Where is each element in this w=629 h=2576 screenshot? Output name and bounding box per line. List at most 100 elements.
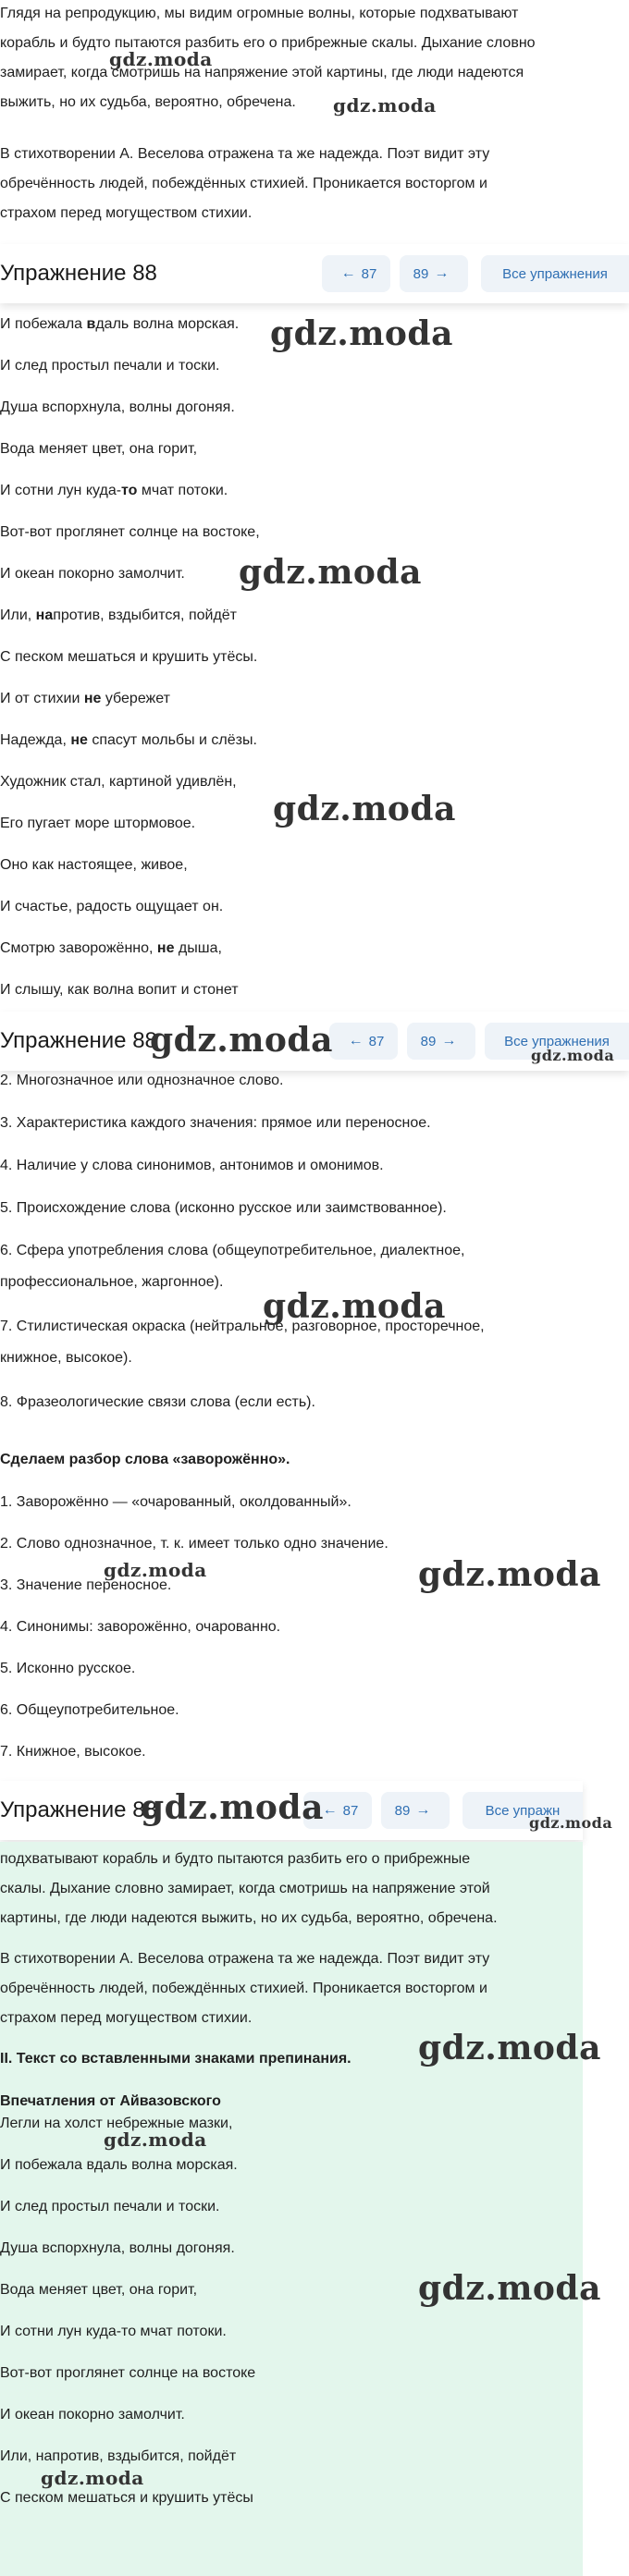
answer-text-line: В стихотворении А. Веселова отражена та … bbox=[0, 1951, 490, 1967]
poem-text: И побежала bbox=[0, 316, 87, 332]
watermark: gdz.moda bbox=[418, 2269, 601, 2308]
all-exercises-label: Все упражнения bbox=[502, 265, 608, 282]
poem-text: Надежда, bbox=[0, 732, 71, 748]
answer-text-line: картины, где люди надеются выжить, но их… bbox=[0, 1910, 498, 1926]
watermark: gdz.moda bbox=[270, 314, 453, 353]
watermark: gdz.moda bbox=[263, 1287, 446, 1326]
plan-item: книжное, высокое). bbox=[0, 1350, 132, 1366]
poem-emphasis: то bbox=[121, 483, 138, 498]
analysis-item: 2. Слово однозначное, т. к. имеет только… bbox=[0, 1536, 388, 1552]
poem-line: Душа вспорхнула, волны догоняя. bbox=[0, 398, 235, 418]
arrow-left-icon: ← bbox=[348, 1033, 364, 1049]
next-exercise-button[interactable]: 89 → bbox=[381, 1792, 450, 1829]
poem-text: дыша, bbox=[174, 940, 222, 956]
answer-text-line: страхом перед могуществом стихии. bbox=[0, 2010, 253, 2026]
text-line: В стихотворении А. Веселова отражена та … bbox=[0, 146, 490, 162]
intro-paragraph: Глядя на репродукцию, мы видим огромные … bbox=[0, 0, 629, 148]
poem-emphasis: не bbox=[83, 691, 102, 706]
poem-line: Его пугает море штормовое. bbox=[0, 814, 195, 834]
poem-line: Вот-вот проглянет солнце на востоке, bbox=[0, 522, 260, 543]
plan-item: 5. Происхождение слова (исконно русское … bbox=[0, 1200, 447, 1216]
poem-text: И океан покорно замолчит. bbox=[0, 566, 185, 582]
analysis-heading: Сделаем разбор слова «заворожённо». bbox=[0, 1452, 290, 1467]
arrow-right-icon: → bbox=[415, 1802, 431, 1818]
poem-line: И побежала вдаль волна морская. bbox=[0, 314, 239, 335]
answer-heading: II. Текст со вставленными знаками препин… bbox=[0, 2051, 352, 2067]
next-exercise-button[interactable]: 89 → bbox=[400, 255, 468, 292]
poem-line: И слышу, как волна вопит и стонет bbox=[0, 980, 239, 1000]
poem-emphasis: не bbox=[70, 732, 88, 748]
poem-line: И след простыл печали и тоски. bbox=[0, 356, 219, 376]
text-line: страхом перед могуществом стихии. bbox=[0, 205, 253, 221]
poem-line: С песком мешаться и крушить утёсы. bbox=[0, 647, 257, 668]
prev-exercise-label: 87 bbox=[361, 265, 377, 282]
watermark: gdz.moda bbox=[239, 553, 422, 592]
arrow-left-icon: ← bbox=[340, 265, 356, 281]
second-paragraph: В стихотворении А. Веселова отражена та … bbox=[0, 139, 629, 240]
next-exercise-button[interactable]: 89 → bbox=[407, 1023, 475, 1060]
poem-line: И побежала вдаль волна морская. bbox=[0, 2157, 238, 2173]
poem-text: С песком мешаться и крушить утёсы. bbox=[0, 649, 258, 665]
poem-line: С песком мешаться и крушить утёсы bbox=[0, 2490, 253, 2506]
plan-item: 2. Многозначное или однозначное слово. bbox=[0, 1073, 284, 1088]
word-analysis: Сделаем разбор слова «заворожённо». 1. За… bbox=[0, 1450, 629, 1764]
analysis-plan: 2. Многозначное или однозначное слово. 3.… bbox=[0, 1071, 629, 1441]
exercise-title: Упражнение 88 bbox=[0, 1797, 157, 1822]
next-exercise-label: 89 bbox=[394, 1802, 411, 1819]
poem-line: Вот-вот проглянет солнце на востоке bbox=[0, 2365, 256, 2381]
watermark: gdz.moda bbox=[109, 48, 213, 70]
poem-text: И слышу, как волна вопит и стонет bbox=[0, 982, 239, 998]
prev-exercise-button[interactable]: ← 87 bbox=[322, 255, 390, 292]
poem-line: И океан покорно замолчит. bbox=[0, 564, 185, 584]
next-exercise-label: 89 bbox=[413, 265, 429, 282]
watermark: gdz.moda bbox=[150, 1021, 333, 1060]
watermark: gdz.moda bbox=[529, 1814, 613, 1832]
poem-line: И след простыл печали и тоски. bbox=[0, 2199, 220, 2214]
poem-text: убережет bbox=[101, 691, 170, 706]
plan-item: профессиональное, жаргонное). bbox=[0, 1274, 224, 1290]
arrow-right-icon: → bbox=[441, 1033, 457, 1049]
answer-text-line: подхватывают корабль и будто пытаются ра… bbox=[0, 1851, 471, 1867]
poem-text: мчат потоки. bbox=[137, 483, 228, 498]
poem-line: Или, напротив, вздыбится, пойдёт bbox=[0, 606, 237, 626]
poem-text: И след простыл печали и тоски. bbox=[0, 358, 220, 374]
poem-text: Оно как настоящее, живое, bbox=[0, 857, 188, 873]
poem-text: Его пугает море штормовое. bbox=[0, 816, 196, 831]
poem-line: Вода меняет цвет, она горит, bbox=[0, 2282, 198, 2298]
all-exercises-button[interactable]: Все упражнения bbox=[481, 255, 629, 292]
poem-text: даль волна морская. bbox=[95, 316, 240, 332]
watermark: gdz.moda bbox=[418, 2029, 601, 2067]
text-line: Глядя на репродукцию, мы видим огромные … bbox=[0, 6, 519, 21]
prev-exercise-label: 87 bbox=[342, 1802, 359, 1819]
exercise-header: Упражнение 88 ← 87 89 → Все упражнения bbox=[0, 244, 629, 303]
poem-line: Вода меняет цвет, она горит, bbox=[0, 439, 197, 460]
poem-text: против, вздыбится, пойдёт bbox=[53, 607, 238, 623]
prev-exercise-button[interactable]: ← 87 bbox=[329, 1023, 398, 1060]
poem-text: Смотрю заворожённо, bbox=[0, 940, 157, 956]
arrow-left-icon: ← bbox=[322, 1802, 338, 1818]
poem-line: И сотни лун куда-то мчат потоки. bbox=[0, 481, 228, 501]
watermark: gdz.moda bbox=[333, 94, 437, 117]
analysis-item: 5. Исконно русское. bbox=[0, 1661, 136, 1676]
answer-text-line: скалы. Дыхание словно замирает, когда см… bbox=[0, 1881, 490, 1896]
poem-text: И счастье, радость ощущает он. bbox=[0, 899, 224, 914]
poem-text: И сотни лун куда- bbox=[0, 483, 122, 498]
watermark: gdz.moda bbox=[41, 2467, 144, 2489]
text-line: замирает, когда смотришь на напряжение э… bbox=[0, 65, 524, 80]
watermark: gdz.moda bbox=[531, 1047, 615, 1064]
watermark: gdz.moda bbox=[418, 1555, 601, 1594]
analysis-item: 1. Заворожённо — «очарованный, околдован… bbox=[0, 1494, 352, 1510]
poem-line: Или, напротив, вздыбится, пойдёт bbox=[0, 2448, 237, 2464]
text-line: выжить, но их судьба, вероятно, обречена… bbox=[0, 94, 296, 110]
answer-block: подхватывают корабль и будто пытаются ра… bbox=[0, 1842, 583, 2576]
poem-text: Вода меняет цвет, она горит, bbox=[0, 441, 198, 457]
poem-emphasis: не bbox=[156, 940, 175, 956]
watermark: gdz.moda bbox=[104, 2128, 207, 2151]
poem-text: И от стихии bbox=[0, 691, 84, 706]
poem-block: И побежала вдаль волна морская. И след пр… bbox=[0, 314, 629, 1017]
poem-line: Художник стал, картиной удивлён, bbox=[0, 772, 237, 792]
arrow-right-icon: → bbox=[434, 265, 450, 281]
poem-text: Душа вспорхнула, волны догоняя. bbox=[0, 399, 235, 415]
analysis-item: 4. Синонимы: заворожённо, очарованно. bbox=[0, 1619, 281, 1635]
poem-line: Смотрю заворожённо, не дыша, bbox=[0, 938, 222, 959]
